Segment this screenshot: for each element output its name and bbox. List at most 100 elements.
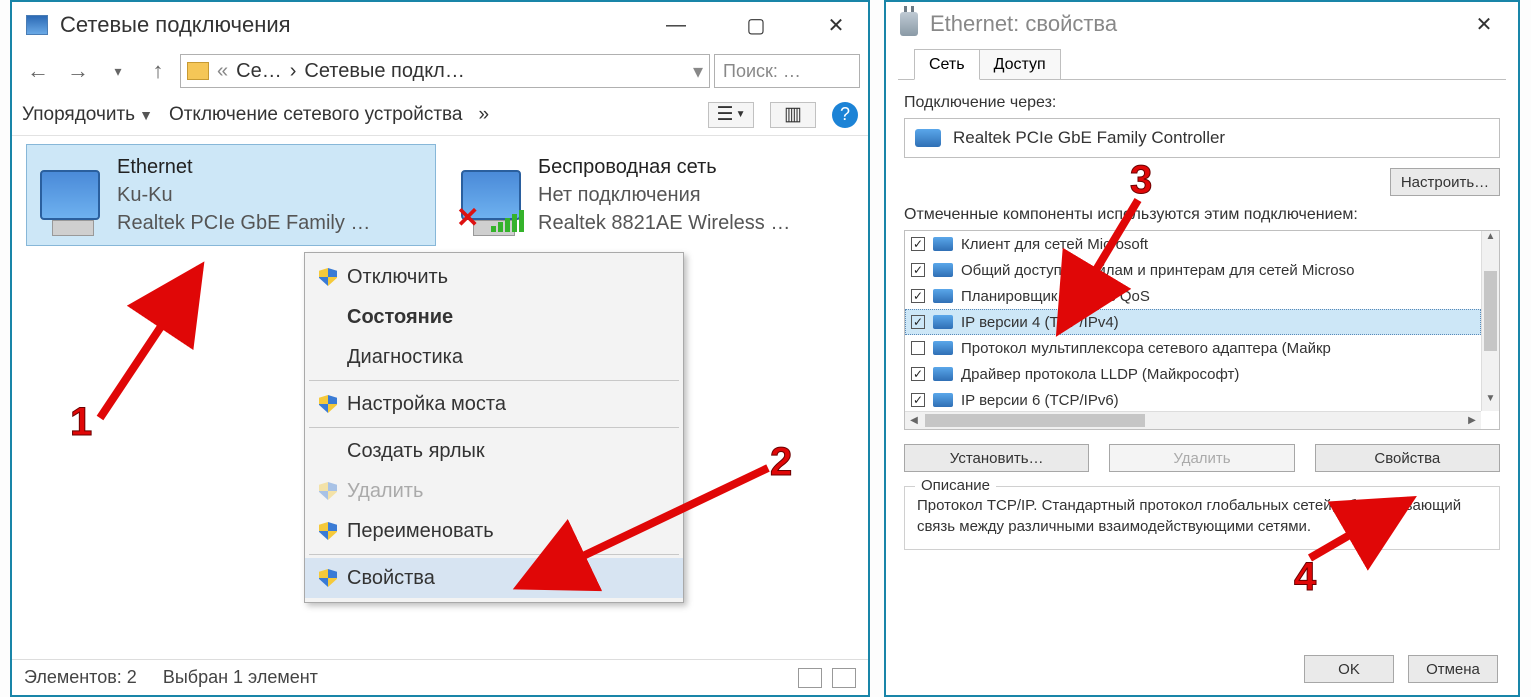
ctx-shortcut-label: Создать ярлык bbox=[347, 440, 485, 463]
ctx-rename[interactable]: Переименовать bbox=[305, 511, 683, 551]
checkbox[interactable] bbox=[911, 341, 925, 355]
connection-item-ethernet[interactable]: Ethernet Ku-Ku Realtek PCIe GbE Family … bbox=[26, 144, 436, 246]
toolbar-overflow[interactable]: » bbox=[478, 104, 489, 126]
view-list-button[interactable] bbox=[832, 668, 856, 688]
ctx-diagnose[interactable]: Диагностика bbox=[305, 337, 683, 377]
configure-button[interactable]: Настроить… bbox=[1390, 168, 1500, 196]
ctx-separator bbox=[309, 554, 679, 555]
ctx-disable-label: Отключить bbox=[347, 266, 448, 289]
statusbar: Элементов: 2 Выбран 1 элемент bbox=[12, 659, 868, 695]
tab-access[interactable]: Доступ bbox=[979, 49, 1061, 79]
ctx-delete-label: Удалить bbox=[347, 480, 423, 503]
checkbox[interactable]: ✓ bbox=[911, 289, 925, 303]
component-row[interactable]: ✓Общий доступ к файлам и принтерам для с… bbox=[905, 257, 1481, 283]
window-title: Ethernet: свойства bbox=[930, 11, 1117, 37]
maximize-button[interactable]: ▢ bbox=[732, 10, 780, 40]
nav-forward-button[interactable]: → bbox=[60, 53, 96, 89]
status-selected: Выбран 1 элемент bbox=[163, 667, 318, 688]
scroll-up-icon[interactable]: ▲ bbox=[1482, 231, 1499, 249]
ctx-disable[interactable]: Отключить bbox=[305, 257, 683, 297]
cancel-button[interactable]: Отмена bbox=[1408, 655, 1498, 683]
connection-name: Беспроводная сеть bbox=[538, 153, 790, 181]
ok-button[interactable]: OK bbox=[1304, 655, 1394, 683]
view-details-button[interactable]: ▥ bbox=[770, 102, 816, 128]
minimize-button[interactable]: — bbox=[652, 10, 700, 40]
protocol-icon bbox=[933, 393, 953, 407]
chevron-down-icon: ▼ bbox=[139, 107, 153, 123]
nav-recent-button[interactable]: ▾ bbox=[100, 53, 136, 89]
component-row[interactable]: ✓IP версии 4 (TCP/IPv4) bbox=[905, 309, 1481, 335]
dialog-button-row: OK Отмена bbox=[1304, 655, 1498, 683]
scroll-left-icon[interactable]: ◀ bbox=[905, 412, 923, 429]
component-row[interactable]: ✓ Драйвер протокола LLDP (Майкрософт) bbox=[905, 361, 1481, 387]
checkbox[interactable]: ✓ bbox=[911, 237, 925, 251]
breadcrumb-back: « bbox=[217, 60, 228, 83]
ethernet-icon bbox=[35, 151, 105, 239]
ctx-properties[interactable]: Свойства bbox=[305, 558, 683, 598]
help-button[interactable]: ? bbox=[832, 102, 858, 128]
component-row[interactable]: ✓IP версии 6 (TCP/IPv6) bbox=[905, 387, 1481, 411]
annotation-3: 3 bbox=[1130, 158, 1152, 203]
navbar: ← → ▾ ↑ « Се… › Сетевые подкл… ▾ Поиск: … bbox=[12, 48, 868, 94]
checkbox[interactable]: ✓ bbox=[911, 367, 925, 381]
shield-icon bbox=[319, 482, 337, 500]
shield-icon bbox=[319, 522, 337, 540]
annotation-4: 4 bbox=[1294, 555, 1316, 600]
ctx-bridge-label: Настройка моста bbox=[347, 393, 506, 416]
components-list: ✓Клиент для сетей Microsoft✓Общий доступ… bbox=[905, 231, 1481, 411]
nav-back-button[interactable]: ← bbox=[20, 53, 56, 89]
view-tiles-button[interactable] bbox=[798, 668, 822, 688]
scroll-thumb[interactable] bbox=[1484, 271, 1497, 351]
component-button-row: Установить… Удалить Свойства bbox=[904, 444, 1500, 472]
checkbox[interactable]: ✓ bbox=[911, 393, 925, 407]
ctx-bridge[interactable]: Настройка моста bbox=[305, 384, 683, 424]
organize-menu[interactable]: Упорядочить ▼ bbox=[22, 104, 153, 126]
connection-network: Ku-Ku bbox=[117, 181, 370, 209]
checkbox[interactable]: ✓ bbox=[911, 263, 925, 277]
search-placeholder: Поиск: … bbox=[723, 61, 801, 82]
shield-icon bbox=[319, 395, 337, 413]
ctx-properties-label: Свойства bbox=[347, 567, 435, 590]
ctx-delete: Удалить bbox=[305, 471, 683, 511]
properties-button[interactable]: Свойства bbox=[1315, 444, 1500, 472]
breadcrumb-seg1[interactable]: Се… bbox=[236, 60, 282, 83]
component-row[interactable]: ✓Клиент для сетей Microsoft bbox=[905, 231, 1481, 257]
breadcrumb-seg2[interactable]: Сетевые подкл… bbox=[304, 60, 464, 83]
scroll-thumb[interactable] bbox=[925, 414, 1145, 427]
window-title: Сетевые подключения bbox=[60, 12, 291, 38]
close-button[interactable]: ✕ bbox=[812, 10, 860, 40]
connect-via-value: Realtek PCIe GbE Family Controller bbox=[953, 128, 1225, 148]
scroll-right-icon[interactable]: ▶ bbox=[1463, 412, 1481, 429]
ctx-status[interactable]: Состояние bbox=[305, 297, 683, 337]
ctx-rename-label: Переименовать bbox=[347, 520, 494, 543]
connections-area: Ethernet Ku-Ku Realtek PCIe GbE Family …… bbox=[12, 136, 868, 616]
nav-up-button[interactable]: ↑ bbox=[140, 53, 176, 89]
scroll-down-icon[interactable]: ▼ bbox=[1482, 393, 1499, 411]
folder-icon bbox=[187, 62, 209, 80]
ctx-shortcut[interactable]: Создать ярлык bbox=[305, 431, 683, 471]
chevron-down-icon[interactable]: ▾ bbox=[693, 59, 703, 84]
status-elements: Элементов: 2 bbox=[24, 667, 137, 688]
connection-item-wifi[interactable]: ✕ Беспроводная сеть Нет подключения Real… bbox=[448, 144, 858, 246]
components-listbox[interactable]: ✓Клиент для сетей Microsoft✓Общий доступ… bbox=[904, 230, 1500, 430]
close-button[interactable]: ✕ bbox=[1460, 9, 1508, 39]
window-controls: — ▢ ✕ bbox=[652, 10, 860, 40]
window-system-icon bbox=[26, 15, 48, 35]
disable-device-button[interactable]: Отключение сетевого устройства bbox=[169, 104, 463, 126]
install-button[interactable]: Установить… bbox=[904, 444, 1089, 472]
ethernet-properties-window: Ethernet: свойства ✕ Сеть Доступ Подключ… bbox=[884, 0, 1520, 697]
component-row[interactable]: ✓Планировщик пакетов QoS bbox=[905, 283, 1481, 309]
address-bar[interactable]: « Се… › Сетевые подкл… ▾ bbox=[180, 54, 710, 88]
connection-adapter: Realtek PCIe GbE Family … bbox=[117, 209, 370, 237]
components-label: Отмеченные компоненты используются этим … bbox=[904, 206, 1500, 224]
search-input[interactable]: Поиск: … bbox=[714, 54, 860, 88]
connection-adapter: Realtek 8821AE Wireless … bbox=[538, 209, 790, 237]
protocol-icon bbox=[933, 315, 953, 329]
component-label: Драйвер протокола LLDP (Майкрософт) bbox=[961, 366, 1239, 383]
horizontal-scrollbar[interactable]: ◀ ▶ bbox=[905, 411, 1481, 429]
view-icons-button[interactable]: ☰ ▼ bbox=[708, 102, 754, 128]
vertical-scrollbar[interactable]: ▲ ▼ bbox=[1481, 231, 1499, 411]
checkbox[interactable]: ✓ bbox=[911, 315, 925, 329]
tab-network[interactable]: Сеть bbox=[914, 49, 980, 80]
component-row[interactable]: Протокол мультиплексора сетевого адаптер… bbox=[905, 335, 1481, 361]
